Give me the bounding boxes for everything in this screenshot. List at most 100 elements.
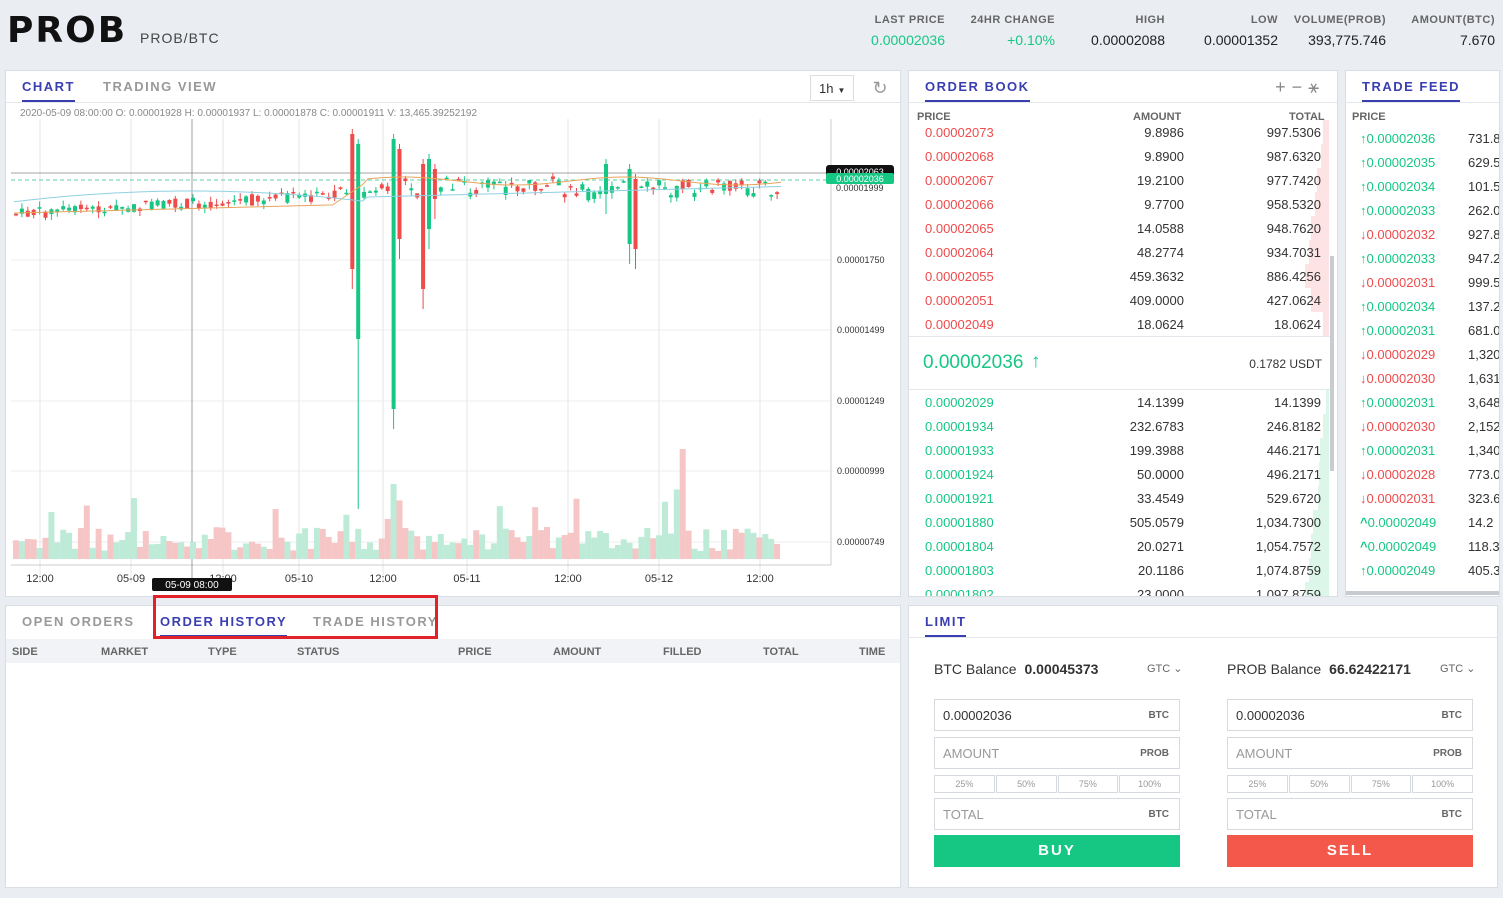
trade-price: 0.00002031 xyxy=(1366,323,1436,338)
candle-body xyxy=(515,186,520,192)
stat-high: HIGH 0.00002088 xyxy=(1091,14,1165,48)
ask-row[interactable]: 0.00002064 48.2774 934.7031 xyxy=(909,240,1329,264)
buy-total-input[interactable]: TOTAL BTC xyxy=(934,798,1180,830)
timeframe-select[interactable]: 1h ▼ xyxy=(810,75,854,101)
candle-body xyxy=(267,197,272,199)
refresh-icon[interactable]: ↻ xyxy=(870,78,890,98)
volume-bar xyxy=(172,542,179,559)
volume-bar xyxy=(709,548,716,559)
trade-price: 0.00002035 xyxy=(1366,155,1436,170)
sell-pct-75[interactable]: 75% xyxy=(1350,775,1412,793)
volume-bar xyxy=(496,506,503,559)
ask-row[interactable]: 0.00002055 459.3632 886.4256 xyxy=(909,264,1329,288)
ask-row[interactable]: 0.00002066 9.7700 958.5320 xyxy=(909,192,1329,216)
ask-row[interactable]: 0.00002067 19.2100 977.7420 xyxy=(909,168,1329,192)
ask-row[interactable]: 0.00002068 9.8900 987.6320 xyxy=(909,144,1329,168)
candle-body xyxy=(273,194,278,199)
trade-feed-row: ↓0.00002028 773.0 xyxy=(1360,467,1499,491)
volume-bar xyxy=(131,498,137,559)
trade-price: 0.00002031 xyxy=(1366,443,1436,458)
chart-panel: CHART TRADING VIEW 1h ▼ ↻ 2020-05-09 08:0… xyxy=(5,70,901,597)
buy-amount-input[interactable]: AMOUNT PROB xyxy=(934,737,1180,769)
bid-row[interactable]: 0.00001802 23.0000 1,097.8759 xyxy=(909,582,1329,596)
candle-body xyxy=(751,193,756,197)
merge-icon[interactable]: ⚹ xyxy=(1308,77,1325,97)
buy-pct-50[interactable]: 50% xyxy=(995,775,1057,793)
ob-scrollbar[interactable] xyxy=(1330,256,1334,471)
candle-body xyxy=(450,189,455,191)
ask-price: 0.00002073 xyxy=(925,125,994,140)
ob-last-usdt: 0.1782 USDT xyxy=(1249,357,1322,371)
volume-bar xyxy=(485,549,491,559)
candle-body xyxy=(556,180,561,186)
bid-row[interactable]: 0.00001880 505.0579 1,034.7300 xyxy=(909,510,1329,534)
buy-pct-25[interactable]: 25% xyxy=(934,775,995,793)
chevron-down-icon: ⌄ xyxy=(1463,663,1476,675)
plus-icon[interactable]: + xyxy=(1275,77,1292,97)
buy-pct-75[interactable]: 75% xyxy=(1057,775,1119,793)
candle-body xyxy=(391,139,396,409)
bid-price: 0.00001803 xyxy=(925,563,994,578)
ask-row[interactable]: 0.00002051 409.0000 427.0624 xyxy=(909,288,1329,312)
sell-button[interactable]: SELL xyxy=(1227,835,1473,867)
buy-percent-row: 25% 50% 75% 100% xyxy=(934,775,1180,793)
trade-feed-row: ↑0.00002031 681.0 xyxy=(1360,323,1499,347)
tab-chart[interactable]: CHART xyxy=(22,79,75,102)
volume-bar xyxy=(160,536,167,559)
volume-bar xyxy=(603,533,609,559)
buy-button[interactable]: BUY xyxy=(934,835,1180,867)
bid-price: 0.00001921 xyxy=(925,491,994,506)
candle-body xyxy=(385,186,390,192)
volume-bar xyxy=(490,543,497,559)
x-tick-label: 12:00 xyxy=(369,573,397,585)
candle-body xyxy=(320,193,325,195)
tab-open-orders[interactable]: OPEN ORDERS xyxy=(22,614,135,629)
bid-price: 0.00001880 xyxy=(925,515,994,530)
tab-trade-feed[interactable]: TRADE FEED xyxy=(1362,79,1461,102)
bid-row[interactable]: 0.00001803 20.1186 1,074.8759 xyxy=(909,558,1329,582)
sell-pct-100[interactable]: 100% xyxy=(1412,775,1473,793)
volume-bar xyxy=(260,546,267,559)
bid-row[interactable]: 0.00001933 199.3988 446.2171 xyxy=(909,438,1329,462)
candle-body xyxy=(338,187,343,189)
buy-tif-select[interactable]: GTC ⌄ xyxy=(1147,662,1183,675)
tab-limit[interactable]: LIMIT xyxy=(925,614,967,637)
sell-pct-25[interactable]: 25% xyxy=(1227,775,1288,793)
ask-row[interactable]: 0.00002065 14.0588 948.7620 xyxy=(909,216,1329,240)
sell-pct-50[interactable]: 50% xyxy=(1288,775,1350,793)
sell-price-input[interactable]: 0.00002036 BTC xyxy=(1227,699,1473,731)
candle-body xyxy=(196,203,201,209)
volume-bar xyxy=(308,548,314,559)
bid-row[interactable]: 0.00001924 50.0000 496.2171 xyxy=(909,462,1329,486)
sell-amount-input[interactable]: AMOUNT PROB xyxy=(1227,737,1473,769)
tab-trading-view[interactable]: TRADING VIEW xyxy=(103,79,217,94)
volume-bar xyxy=(744,528,751,559)
candle-body xyxy=(191,197,195,202)
buy-price-input[interactable]: 0.00002036 BTC xyxy=(934,699,1180,731)
bid-row[interactable]: 0.00001934 232.6783 246.8182 xyxy=(909,414,1329,438)
buy-pct-100[interactable]: 100% xyxy=(1119,775,1180,793)
trade-amount: 137.2 xyxy=(1468,299,1500,314)
volume-bar xyxy=(420,549,427,559)
bid-row[interactable]: 0.00001921 33.4549 529.6720 xyxy=(909,486,1329,510)
trade-price: 0.00002031 xyxy=(1366,395,1436,410)
volume-bar xyxy=(673,489,680,559)
sell-total-input[interactable]: TOTAL BTC xyxy=(1227,798,1473,830)
trade-feed-row: ↑0.00002036 731.8 xyxy=(1360,131,1499,155)
bid-row[interactable]: 0.00001804 20.0271 1,054.7572 xyxy=(909,534,1329,558)
tf-scrollbar[interactable] xyxy=(1346,591,1499,595)
candle-body xyxy=(686,179,691,187)
y-tick-label: 0.00001249 xyxy=(837,396,885,406)
trade-amount: 118.3 xyxy=(1468,539,1500,554)
volume-bar xyxy=(249,541,255,559)
candle-body xyxy=(108,206,113,208)
bid-row[interactable]: 0.00002029 14.1399 14.1399 xyxy=(909,390,1329,414)
tab-order-book[interactable]: ORDER BOOK xyxy=(925,79,1030,102)
sell-tif-select[interactable]: GTC ⌄ xyxy=(1440,662,1476,675)
minus-icon[interactable]: − xyxy=(1292,77,1309,97)
candlestick-chart[interactable]: 0.00001750 0.00001499 0.00001249 0.00000999… xyxy=(6,119,900,597)
candle-body xyxy=(132,204,136,212)
ask-row[interactable]: 0.00002073 9.8986 997.5306 xyxy=(909,120,1329,144)
bid-amount: 33.4549 xyxy=(1137,491,1184,506)
ask-row[interactable]: 0.00002049 18.0624 18.0624 xyxy=(909,312,1329,336)
